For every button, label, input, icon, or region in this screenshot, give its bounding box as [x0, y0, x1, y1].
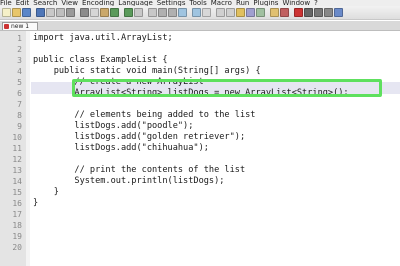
monitoring-icon[interactable]: [280, 8, 289, 17]
doc-map-icon[interactable]: [246, 8, 255, 17]
run-macro-icon[interactable]: [324, 8, 333, 17]
folder-workspace-icon[interactable]: [270, 8, 279, 17]
toolbar-separator: [144, 8, 147, 17]
code-line[interactable]: }: [33, 198, 38, 209]
line-number: 2: [17, 45, 22, 54]
code-line[interactable]: listDogs.add("chihuahua");: [33, 143, 209, 154]
line-number: 18: [12, 221, 22, 230]
cut-icon[interactable]: [80, 8, 89, 17]
sync-h-icon[interactable]: [192, 8, 201, 17]
function-list-icon[interactable]: [256, 8, 265, 17]
line-number: 11: [12, 144, 22, 153]
zoom-out-icon[interactable]: [168, 8, 177, 17]
toolbar-separator: [76, 8, 79, 17]
play-macro-icon[interactable]: [314, 8, 323, 17]
unsaved-file-icon: [4, 24, 9, 29]
line-number: 14: [12, 177, 22, 186]
udl-icon[interactable]: [236, 8, 245, 17]
line-number: 19: [12, 232, 22, 241]
toolbar-separator: [188, 8, 191, 17]
tab-label: new 1: [11, 23, 30, 30]
toolbar-separator: [32, 8, 35, 17]
indent-guide-icon[interactable]: [226, 8, 235, 17]
code-line[interactable]: // print the contents of the list: [33, 165, 245, 176]
paste-icon[interactable]: [100, 8, 109, 17]
record-macro-icon[interactable]: [294, 8, 303, 17]
tab-bar: new 1: [0, 21, 400, 31]
open-file-icon[interactable]: [12, 8, 21, 17]
line-number-gutter: 1 2 3 4 5 6 7 8 9 10 11 12 13 14 15 16 17 18 19 20: [0, 31, 27, 266]
save-macro-icon[interactable]: [334, 8, 343, 17]
line-number: 15: [12, 188, 22, 197]
show-all-icon[interactable]: [216, 8, 225, 17]
close-icon[interactable]: [46, 8, 55, 17]
replace-icon[interactable]: [148, 8, 157, 17]
toolbar-separator: [290, 8, 293, 17]
toolbar-separator: [120, 8, 123, 17]
line-number: 12: [12, 155, 22, 164]
redo-icon[interactable]: [124, 8, 133, 17]
toolbar-separator: [266, 8, 269, 17]
sync-v-icon[interactable]: [178, 8, 187, 17]
line-number: 13: [12, 166, 22, 175]
undo-icon[interactable]: [110, 8, 119, 17]
line-number: 10: [12, 133, 22, 142]
new-file-icon[interactable]: [2, 8, 11, 17]
code-line[interactable]: listDogs.add("golden retriever");: [33, 132, 245, 143]
line-number: 4: [17, 67, 22, 76]
line-number: 16: [12, 199, 22, 208]
code-line[interactable]: public class ExampleList {: [33, 55, 168, 66]
stop-macro-icon[interactable]: [304, 8, 313, 17]
close-all-icon[interactable]: [56, 8, 65, 17]
line-number: 5: [17, 78, 22, 87]
code-line[interactable]: import java.util.ArrayList;: [33, 33, 173, 44]
copy-icon[interactable]: [90, 8, 99, 17]
save-all-icon[interactable]: [36, 8, 45, 17]
toolbar: [0, 6, 400, 20]
word-wrap-icon[interactable]: [202, 8, 211, 17]
code-line[interactable]: }: [33, 187, 59, 198]
fold-margin[interactable]: [26, 31, 30, 266]
find-icon[interactable]: [134, 8, 143, 17]
code-line[interactable]: System.out.println(listDogs);: [33, 176, 224, 187]
code-line[interactable]: // elements being added to the list: [33, 110, 255, 121]
line-number: 7: [17, 100, 22, 109]
save-icon[interactable]: [22, 8, 31, 17]
line-number: 17: [12, 210, 22, 219]
line-number: 1: [17, 34, 22, 43]
zoom-in-icon[interactable]: [158, 8, 167, 17]
line-number: 8: [17, 111, 22, 120]
print-icon[interactable]: [66, 8, 75, 17]
tab-new-1[interactable]: new 1: [2, 22, 38, 30]
code-line[interactable]: listDogs.add("poodle");: [33, 121, 193, 132]
line-number: 6: [17, 89, 22, 98]
annotation-highlight-box: [72, 79, 382, 97]
line-number: 3: [17, 56, 22, 65]
toolbar-separator: [212, 8, 215, 17]
line-number: 9: [17, 122, 22, 131]
code-line[interactable]: public static void main(String[] args) {: [33, 66, 261, 77]
line-number: 20: [12, 243, 22, 252]
